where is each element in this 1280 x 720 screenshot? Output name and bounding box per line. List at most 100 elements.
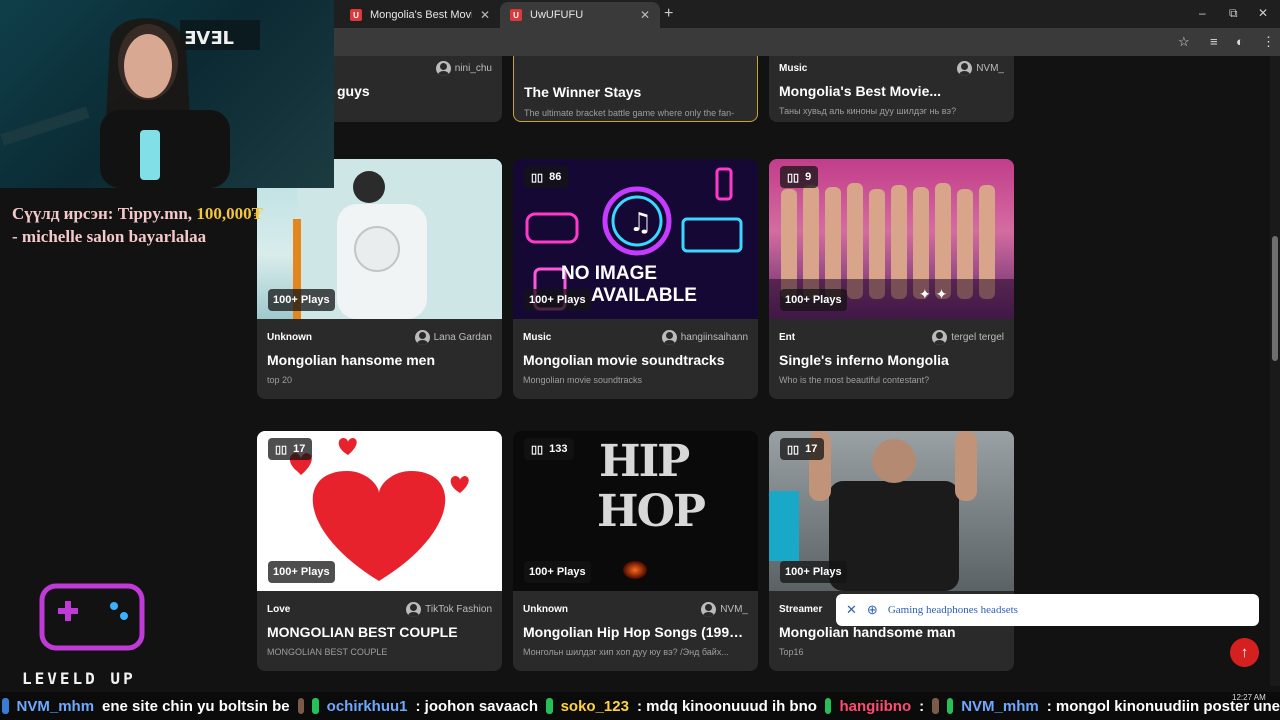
logo-text: LEVELD UP bbox=[22, 669, 136, 688]
ticker-user: hangiibno bbox=[839, 697, 912, 715]
gamepad-icon bbox=[39, 583, 145, 651]
chat-ticker: NVM_mhm ene site chin yu boltsin be ochi… bbox=[0, 692, 1280, 720]
quiz-card[interactable]: Music NVM_ Mongolia's Best Movie... Таны… bbox=[769, 56, 1014, 122]
card-title: The Winner Stays bbox=[524, 84, 642, 100]
ticker-message: ene site chin yu boltsin be bbox=[102, 697, 290, 715]
featured-card[interactable]: The Winner Stays The ultimate bracket ba… bbox=[513, 56, 758, 122]
author-name: NVM_ bbox=[720, 603, 748, 615]
plays-badge: 100+ Plays bbox=[780, 561, 847, 583]
card-author: nini_chu bbox=[435, 60, 492, 76]
quiz-card[interactable]: ♫ ▯▯ 86 NO IMAGE AVAILABLE 100+ Plays Mu… bbox=[513, 159, 758, 399]
ticker-user: ochirkhuu1 bbox=[326, 697, 408, 715]
card-desc: MONGOLIAN BEST COUPLE bbox=[267, 647, 388, 657]
card-desc: Top16 bbox=[779, 647, 804, 657]
donation-amount: 100,000₮ bbox=[196, 204, 263, 223]
card-author: TikTok Fashion bbox=[406, 601, 492, 617]
plays-badge: 100+ Plays bbox=[268, 561, 335, 583]
card-category: Streamer bbox=[779, 603, 823, 615]
item-count-badge: ▯▯ 17 bbox=[780, 438, 825, 460]
svg-text:✦ ✦: ✦ ✦ bbox=[919, 287, 948, 303]
card-desc: Mongolian movie soundtracks bbox=[523, 375, 643, 385]
user-avatar-icon bbox=[932, 329, 948, 345]
svg-text:ƎVƎL: ƎVƎL bbox=[184, 28, 234, 49]
card-category: Love bbox=[267, 603, 291, 615]
card-author: hangiinsaihann bbox=[661, 329, 748, 345]
tab-mongolia-movie[interactable]: U Mongolia's Best Movie Soundt ✕ bbox=[340, 2, 500, 28]
item-count: 133 bbox=[549, 443, 568, 455]
item-count-badge: ▯▯ 86 bbox=[524, 166, 569, 188]
card-thumbnail: ▯▯ 17 100+ Plays bbox=[769, 431, 1014, 591]
quiz-card[interactable]: ✦ ✦ ▯▯ 9 100+ Plays Ent tergel tergel Si… bbox=[769, 159, 1014, 399]
close-window-icon[interactable]: ✕ bbox=[1258, 6, 1268, 20]
webcam-feed: ƎVƎL bbox=[0, 0, 334, 188]
media-control-icon[interactable]: ≡ bbox=[1210, 34, 1218, 49]
streamer-video: ƎVƎL bbox=[0, 18, 260, 188]
cards-stack-icon: ▯▯ bbox=[787, 171, 800, 184]
kick-badge-icon bbox=[824, 698, 832, 714]
close-icon[interactable]: ✕ bbox=[846, 602, 857, 618]
quiz-card[interactable]: ▯▯ 17 100+ Plays Love TikTok Fashion MON… bbox=[257, 431, 502, 671]
card-thumbnail: ♫ ▯▯ 86 NO IMAGE AVAILABLE 100+ Plays bbox=[513, 159, 758, 319]
tab-title: Mongolia's Best Movie Soundt bbox=[370, 9, 472, 21]
quiz-card[interactable]: HIP HOP ▯▯ 133 100+ Plays Unknown NVM_ M… bbox=[513, 431, 758, 671]
user-avatar-icon bbox=[435, 60, 451, 76]
author-name: tergel tergel bbox=[951, 331, 1004, 343]
minimize-icon[interactable]: – bbox=[1199, 6, 1206, 20]
author-name: TikTok Fashion bbox=[425, 603, 492, 615]
item-count: 17 bbox=[293, 443, 306, 455]
item-count: 9 bbox=[805, 171, 812, 183]
taskbar-clock: 12:27 AM bbox=[1232, 693, 1266, 702]
card-title: Mongolian Hip Hop Songs (1997-... bbox=[523, 624, 748, 640]
tab-title: UwUFUFU bbox=[530, 9, 584, 21]
user-avatar-icon bbox=[414, 329, 430, 345]
add-circle-icon: ⊕ bbox=[866, 602, 878, 617]
close-icon[interactable]: ✕ bbox=[640, 8, 650, 22]
scrollbar-thumb[interactable] bbox=[1272, 236, 1278, 361]
card-title: MONGOLIAN BEST COUPLE bbox=[267, 624, 458, 640]
card-desc: Монгольн шилдэг хип хоп дуу юу вэ? /Энд … bbox=[523, 647, 729, 657]
search-suggestion-popup[interactable]: ✕ ⊕ Gaming headphones headsets bbox=[836, 594, 1259, 626]
donation-alert: Сүүлд ирсэн: Tippy.mn, 100,000₮ - michel… bbox=[12, 202, 312, 248]
kick-badge-icon bbox=[546, 698, 553, 714]
page-scrollbar[interactable] bbox=[1270, 56, 1280, 686]
restore-icon[interactable]: ⧉ bbox=[1229, 6, 1238, 21]
svg-text:♫: ♫ bbox=[629, 208, 652, 238]
chat-badge-icon bbox=[2, 698, 9, 714]
quiz-card[interactable]: ▯▯ 17 100+ Plays Streamer Mongolian hand… bbox=[769, 431, 1014, 671]
quiz-card[interactable]: 100+ Plays Unknown Lana Gardan Mongolian… bbox=[257, 159, 502, 399]
author-name: hangiinsaihann bbox=[680, 331, 748, 343]
ticker-message: : bbox=[919, 697, 925, 715]
item-count-badge: ▯▯ 133 bbox=[524, 438, 575, 460]
profile-icon[interactable]: ◐ bbox=[1236, 34, 1244, 49]
new-tab-icon[interactable]: + bbox=[664, 5, 673, 23]
plays-badge: 100+ Plays bbox=[524, 561, 591, 583]
donation-prefix: Сүүлд ирсэн: Tippy.mn, bbox=[12, 204, 197, 223]
kick-badge-icon bbox=[312, 698, 319, 714]
suggestion-text: Gaming headphones headsets bbox=[887, 604, 1018, 616]
card-thumbnail: ▯▯ 17 100+ Plays bbox=[257, 431, 502, 591]
plays-badge: 100+ Plays bbox=[268, 289, 335, 311]
card-desc: Таны хувьд аль киноны дуу шилдэг нь вэ? bbox=[779, 106, 957, 116]
donation-message: - michelle salon bayarlalaa bbox=[12, 227, 207, 246]
menu-icon[interactable]: ⋮ bbox=[1262, 34, 1275, 50]
plays-badge: 100+ Plays bbox=[780, 289, 847, 311]
close-icon[interactable]: ✕ bbox=[480, 8, 490, 22]
favicon-icon: U bbox=[350, 9, 362, 21]
emote-icon bbox=[932, 698, 939, 714]
cards-stack-icon: ▯▯ bbox=[787, 443, 800, 456]
card-desc: Who is the most beautiful contestant? bbox=[779, 375, 930, 385]
scroll-to-top-button[interactable]: ↑ bbox=[1230, 638, 1259, 667]
user-avatar-icon bbox=[957, 60, 973, 76]
author-name: Lana Gardan bbox=[433, 331, 492, 343]
card-title: Mongolian handsome man bbox=[779, 624, 956, 640]
channel-logo: LEVELD UP bbox=[22, 580, 162, 688]
user-avatar-icon bbox=[701, 601, 717, 617]
bookmark-star-icon[interactable]: ☆ bbox=[1178, 34, 1190, 50]
user-avatar-icon bbox=[406, 601, 422, 617]
item-count-badge: ▯▯ 17 bbox=[268, 438, 313, 460]
arrow-up-icon: ↑ bbox=[1240, 644, 1249, 661]
card-title: Mongolia's Best Movie... bbox=[779, 83, 942, 99]
tab-uwufufu[interactable]: U UwUFUFU ✕ bbox=[500, 2, 660, 28]
card-thumbnail: HIP HOP ▯▯ 133 100+ Plays bbox=[513, 431, 758, 591]
user-avatar-icon bbox=[661, 329, 677, 345]
